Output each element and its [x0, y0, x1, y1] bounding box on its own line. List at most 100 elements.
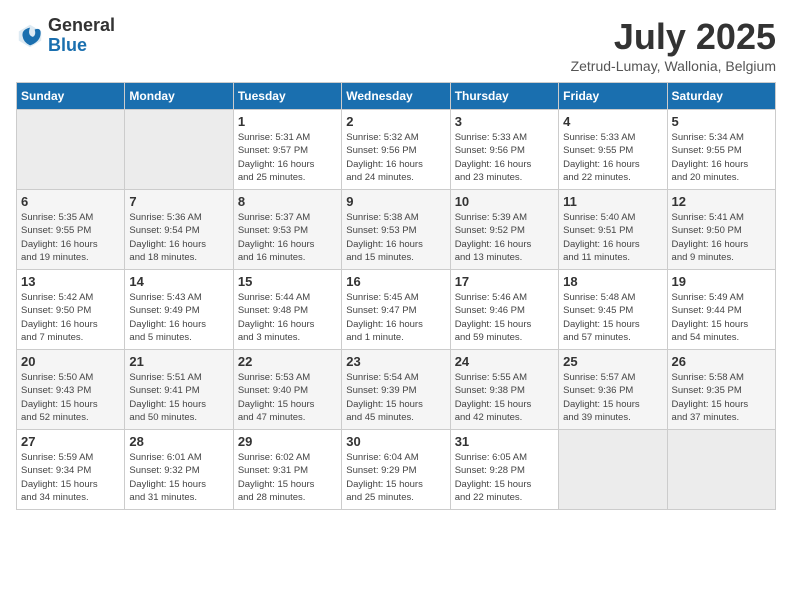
calendar-cell: 6 Sunrise: 5:35 AM Sunset: 9:55 PM Daylig…: [17, 190, 125, 270]
day-detail: Sunrise: 5:48 AM Sunset: 9:45 PM Dayligh…: [563, 291, 662, 344]
calendar-cell: 16 Sunrise: 5:45 AM Sunset: 9:47 PM Dayli…: [342, 270, 450, 350]
calendar-week-3: 13Sunrise: 5:42 AM Sunset: 9:50 PM Dayli…: [17, 270, 776, 350]
day-detail: Sunrise: 6:04 AM Sunset: 9:29 PM Dayligh…: [346, 451, 445, 504]
header-friday: Friday: [559, 83, 667, 110]
calendar-cell: 7 Sunrise: 5:36 AM Sunset: 9:54 PM Daylig…: [125, 190, 233, 270]
day-number: 19: [672, 274, 771, 289]
calendar-cell: 13Sunrise: 5:42 AM Sunset: 9:50 PM Dayli…: [17, 270, 125, 350]
calendar-cell: [667, 430, 775, 510]
day-number: 5: [672, 114, 771, 129]
day-number: 16: [346, 274, 445, 289]
day-detail: Sunrise: 5:39 AM Sunset: 9:52 PM Dayligh…: [455, 211, 554, 264]
logo-icon: [16, 22, 44, 50]
calendar-cell: 8 Sunrise: 5:37 AM Sunset: 9:53 PM Daylig…: [233, 190, 341, 270]
calendar-cell: 9Sunrise: 5:38 AM Sunset: 9:53 PM Daylig…: [342, 190, 450, 270]
day-number: 21: [129, 354, 228, 369]
day-number: 12: [672, 194, 771, 209]
day-number: 28: [129, 434, 228, 449]
calendar-week-2: 6 Sunrise: 5:35 AM Sunset: 9:55 PM Daylig…: [17, 190, 776, 270]
calendar-cell: 10Sunrise: 5:39 AM Sunset: 9:52 PM Dayli…: [450, 190, 558, 270]
day-number: 2: [346, 114, 445, 129]
day-detail: Sunrise: 5:34 AM Sunset: 9:55 PM Dayligh…: [672, 131, 771, 184]
day-detail: Sunrise: 5:46 AM Sunset: 9:46 PM Dayligh…: [455, 291, 554, 344]
day-detail: Sunrise: 6:05 AM Sunset: 9:28 PM Dayligh…: [455, 451, 554, 504]
day-number: 8: [238, 194, 337, 209]
day-detail: Sunrise: 6:02 AM Sunset: 9:31 PM Dayligh…: [238, 451, 337, 504]
day-number: 30: [346, 434, 445, 449]
calendar-cell: [559, 430, 667, 510]
day-number: 18: [563, 274, 662, 289]
day-number: 6: [21, 194, 120, 209]
day-number: 25: [563, 354, 662, 369]
calendar-table: SundayMondayTuesdayWednesdayThursdayFrid…: [16, 82, 776, 510]
day-detail: Sunrise: 5:53 AM Sunset: 9:40 PM Dayligh…: [238, 371, 337, 424]
header-saturday: Saturday: [667, 83, 775, 110]
calendar-cell: 30 Sunrise: 6:04 AM Sunset: 9:29 PM Dayli…: [342, 430, 450, 510]
day-detail: Sunrise: 5:40 AM Sunset: 9:51 PM Dayligh…: [563, 211, 662, 264]
day-detail: Sunrise: 5:58 AM Sunset: 9:35 PM Dayligh…: [672, 371, 771, 424]
calendar-cell: 24 Sunrise: 5:55 AM Sunset: 9:38 PM Dayli…: [450, 350, 558, 430]
day-detail: Sunrise: 5:36 AM Sunset: 9:54 PM Dayligh…: [129, 211, 228, 264]
day-detail: Sunrise: 6:01 AM Sunset: 9:32 PM Dayligh…: [129, 451, 228, 504]
calendar-cell: [125, 110, 233, 190]
day-detail: Sunrise: 5:33 AM Sunset: 9:55 PM Dayligh…: [563, 131, 662, 184]
day-detail: Sunrise: 5:51 AM Sunset: 9:41 PM Dayligh…: [129, 371, 228, 424]
day-number: 31: [455, 434, 554, 449]
day-number: 17: [455, 274, 554, 289]
day-detail: Sunrise: 5:55 AM Sunset: 9:38 PM Dayligh…: [455, 371, 554, 424]
logo-blue: Blue: [48, 36, 115, 56]
calendar-week-1: 1Sunrise: 5:31 AM Sunset: 9:57 PM Daylig…: [17, 110, 776, 190]
month-title: July 2025: [571, 16, 776, 58]
day-detail: Sunrise: 5:35 AM Sunset: 9:55 PM Dayligh…: [21, 211, 120, 264]
day-detail: Sunrise: 5:57 AM Sunset: 9:36 PM Dayligh…: [563, 371, 662, 424]
day-detail: Sunrise: 5:45 AM Sunset: 9:47 PM Dayligh…: [346, 291, 445, 344]
day-number: 3: [455, 114, 554, 129]
calendar-week-5: 27Sunrise: 5:59 AM Sunset: 9:34 PM Dayli…: [17, 430, 776, 510]
header-tuesday: Tuesday: [233, 83, 341, 110]
day-number: 4: [563, 114, 662, 129]
header-thursday: Thursday: [450, 83, 558, 110]
calendar-cell: 20Sunrise: 5:50 AM Sunset: 9:43 PM Dayli…: [17, 350, 125, 430]
day-detail: Sunrise: 5:37 AM Sunset: 9:53 PM Dayligh…: [238, 211, 337, 264]
calendar-cell: 15 Sunrise: 5:44 AM Sunset: 9:48 PM Dayli…: [233, 270, 341, 350]
day-number: 15: [238, 274, 337, 289]
day-detail: Sunrise: 5:33 AM Sunset: 9:56 PM Dayligh…: [455, 131, 554, 184]
calendar-header-row: SundayMondayTuesdayWednesdayThursdayFrid…: [17, 83, 776, 110]
calendar-cell: 11 Sunrise: 5:40 AM Sunset: 9:51 PM Dayli…: [559, 190, 667, 270]
day-detail: Sunrise: 5:54 AM Sunset: 9:39 PM Dayligh…: [346, 371, 445, 424]
header-sunday: Sunday: [17, 83, 125, 110]
calendar-cell: 1Sunrise: 5:31 AM Sunset: 9:57 PM Daylig…: [233, 110, 341, 190]
day-number: 24: [455, 354, 554, 369]
calendar-cell: 21 Sunrise: 5:51 AM Sunset: 9:41 PM Dayli…: [125, 350, 233, 430]
calendar-cell: 3 Sunrise: 5:33 AM Sunset: 9:56 PM Daylig…: [450, 110, 558, 190]
location: Zetrud-Lumay, Wallonia, Belgium: [571, 58, 776, 74]
calendar-cell: 4 Sunrise: 5:33 AM Sunset: 9:55 PM Daylig…: [559, 110, 667, 190]
header-monday: Monday: [125, 83, 233, 110]
calendar-cell: [17, 110, 125, 190]
day-number: 11: [563, 194, 662, 209]
title-block: July 2025 Zetrud-Lumay, Wallonia, Belgiu…: [571, 16, 776, 74]
day-number: 14: [129, 274, 228, 289]
calendar-cell: 28 Sunrise: 6:01 AM Sunset: 9:32 PM Dayli…: [125, 430, 233, 510]
calendar-cell: 27Sunrise: 5:59 AM Sunset: 9:34 PM Dayli…: [17, 430, 125, 510]
header-wednesday: Wednesday: [342, 83, 450, 110]
day-number: 1: [238, 114, 337, 129]
calendar-cell: 5 Sunrise: 5:34 AM Sunset: 9:55 PM Daylig…: [667, 110, 775, 190]
day-detail: Sunrise: 5:44 AM Sunset: 9:48 PM Dayligh…: [238, 291, 337, 344]
calendar-cell: 31 Sunrise: 6:05 AM Sunset: 9:28 PM Dayli…: [450, 430, 558, 510]
day-detail: Sunrise: 5:49 AM Sunset: 9:44 PM Dayligh…: [672, 291, 771, 344]
calendar-cell: 18 Sunrise: 5:48 AM Sunset: 9:45 PM Dayli…: [559, 270, 667, 350]
calendar-cell: 23Sunrise: 5:54 AM Sunset: 9:39 PM Dayli…: [342, 350, 450, 430]
calendar-cell: 22 Sunrise: 5:53 AM Sunset: 9:40 PM Dayli…: [233, 350, 341, 430]
calendar-cell: 19 Sunrise: 5:49 AM Sunset: 9:44 PM Dayli…: [667, 270, 775, 350]
day-number: 27: [21, 434, 120, 449]
day-number: 7: [129, 194, 228, 209]
calendar-cell: 29Sunrise: 6:02 AM Sunset: 9:31 PM Dayli…: [233, 430, 341, 510]
calendar-cell: 26Sunrise: 5:58 AM Sunset: 9:35 PM Dayli…: [667, 350, 775, 430]
calendar-cell: 17 Sunrise: 5:46 AM Sunset: 9:46 PM Dayli…: [450, 270, 558, 350]
calendar-cell: 2Sunrise: 5:32 AM Sunset: 9:56 PM Daylig…: [342, 110, 450, 190]
calendar-cell: 14Sunrise: 5:43 AM Sunset: 9:49 PM Dayli…: [125, 270, 233, 350]
calendar-cell: 25 Sunrise: 5:57 AM Sunset: 9:36 PM Dayli…: [559, 350, 667, 430]
logo: General Blue: [16, 16, 115, 56]
day-number: 22: [238, 354, 337, 369]
